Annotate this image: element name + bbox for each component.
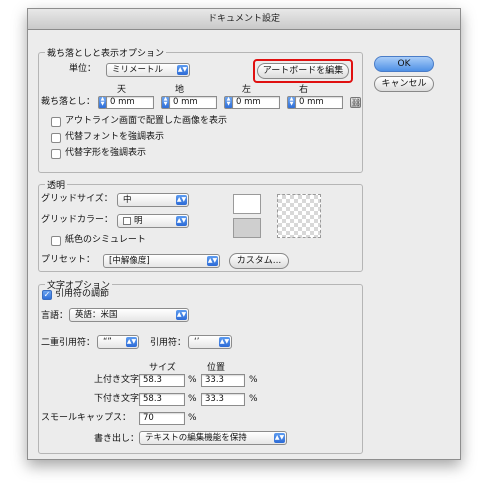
- unit-label: 単位：: [69, 64, 97, 74]
- transparency-group-legend: 透明: [45, 178, 68, 191]
- grid-color-swatch-gray[interactable]: [233, 218, 261, 238]
- transparency-grid-preview: [277, 194, 321, 238]
- language-select[interactable]: 英語：米国 ▲▼: [69, 308, 189, 322]
- substituted-fonts-label: 代替フォントを強調表示: [65, 132, 165, 142]
- subscript-position-field[interactable]: 33.3: [201, 393, 245, 406]
- preset-select[interactable]: [中解像度] ▲▼: [103, 254, 220, 268]
- substituted-fonts-checkbox[interactable]: [51, 133, 61, 143]
- grid-color-label: グリッドカラー：: [41, 215, 114, 225]
- grid-color-swatch: [123, 216, 131, 225]
- superscript-position-unit: %: [249, 375, 258, 385]
- use-typographers-quotes-label: 引用符の調節: [55, 289, 110, 299]
- chevron-updown-icon: ▲▼: [274, 433, 285, 443]
- simulate-paper-checkbox[interactable]: [51, 236, 61, 246]
- double-quotes-value: “”: [103, 337, 112, 347]
- grid-size-label: グリッドサイズ：: [41, 194, 113, 204]
- double-quotes-label: 二重引用符：: [41, 338, 96, 348]
- chevron-updown-icon: ▲▼: [219, 337, 230, 347]
- export-label: 書き出し：: [94, 434, 140, 444]
- edit-artboard-highlight: [253, 59, 353, 83]
- single-quotes-select[interactable]: ‘’ ▲▼: [188, 335, 232, 349]
- single-quotes-value: ‘’: [194, 337, 200, 347]
- subscript-size-unit: %: [188, 394, 197, 404]
- preset-value: [中解像度]: [109, 256, 150, 266]
- substituted-glyphs-checkbox[interactable]: [51, 149, 61, 159]
- grid-color-value: 明: [134, 216, 143, 226]
- use-typographers-quotes-checkbox[interactable]: ✓: [42, 290, 52, 300]
- superscript-position-field[interactable]: 33.3: [201, 374, 245, 387]
- small-caps-label: スモールキャップス：: [41, 413, 132, 423]
- superscript-size-unit: %: [188, 375, 197, 385]
- bleed-left-field[interactable]: 0 mm: [232, 96, 280, 109]
- small-caps-unit: %: [188, 413, 197, 423]
- grid-size-select[interactable]: 中 ▲▼: [117, 193, 189, 207]
- chevron-updown-icon: ▲▼: [177, 65, 188, 75]
- unit-select-value: ミリメートル: [112, 65, 164, 75]
- double-quotes-select[interactable]: “” ▲▼: [97, 335, 139, 349]
- bleed-view-options-group: 裁ち落としと表示オプション 単位： ミリメートル ▲▼ アートボードを編集 天 …: [38, 46, 363, 173]
- outline-images-checkbox[interactable]: [51, 117, 61, 127]
- grid-size-value: 中: [123, 195, 132, 205]
- ok-button[interactable]: OK: [374, 56, 434, 72]
- cancel-button[interactable]: キャンセル: [374, 76, 434, 92]
- outline-images-label: アウトライン画面で配置した画像を表示: [65, 116, 228, 126]
- bleed-bottom-field[interactable]: 0 mm: [169, 96, 217, 109]
- subscript-position-unit: %: [249, 394, 258, 404]
- grid-color-select[interactable]: 明 ▲▼: [117, 214, 189, 228]
- document-setup-dialog: ドキュメント設定 裁ち落としと表示オプション 単位： ミリメートル ▲▼ アート…: [27, 8, 461, 460]
- superscript-size-field[interactable]: 58.3: [139, 374, 185, 387]
- type-options-group: 文字オプション ✓ 引用符の調節 言語： 英語：米国 ▲▼ 二重引用符： “” …: [38, 278, 363, 454]
- bleed-top-field[interactable]: 0 mm: [106, 96, 154, 109]
- grid-color-swatch-white[interactable]: [233, 194, 261, 214]
- transparency-group: 透明 グリッドサイズ： 中 ▲▼ グリッドカラー： 明 ▲▼ 紙色のシミュレート…: [38, 178, 363, 272]
- bleed-label: 裁ち落とし：: [41, 97, 96, 107]
- custom-button[interactable]: カスタム...: [229, 253, 289, 269]
- export-select[interactable]: テキストの編集機能を保持 ▲▼: [139, 431, 287, 445]
- language-label: 言語：: [41, 311, 69, 321]
- language-value: 英語：米国: [75, 310, 118, 320]
- export-value: テキストの編集機能を保持: [145, 433, 247, 443]
- chevron-updown-icon: ▲▼: [207, 256, 218, 266]
- chevron-updown-icon: ▲▼: [126, 337, 137, 347]
- unit-select[interactable]: ミリメートル ▲▼: [106, 63, 190, 77]
- preset-label: プリセット：: [41, 255, 96, 265]
- small-caps-field[interactable]: 70: [139, 412, 185, 425]
- chevron-updown-icon: ▲▼: [176, 216, 187, 226]
- simulate-paper-label: 紙色のシミュレート: [65, 235, 146, 245]
- subscript-size-field[interactable]: 58.3: [139, 393, 185, 406]
- chevron-updown-icon: ▲▼: [176, 310, 187, 320]
- window-title: ドキュメント設定: [28, 9, 460, 30]
- single-quotes-label: 引用符：: [150, 338, 187, 348]
- substituted-glyphs-label: 代替字形を強調表示: [65, 148, 147, 158]
- bleed-group-legend: 裁ち落としと表示オプション: [45, 46, 167, 59]
- bleed-right-field[interactable]: 0 mm: [295, 96, 343, 109]
- link-icon[interactable]: ⛓: [350, 97, 361, 108]
- chevron-updown-icon: ▲▼: [176, 195, 187, 205]
